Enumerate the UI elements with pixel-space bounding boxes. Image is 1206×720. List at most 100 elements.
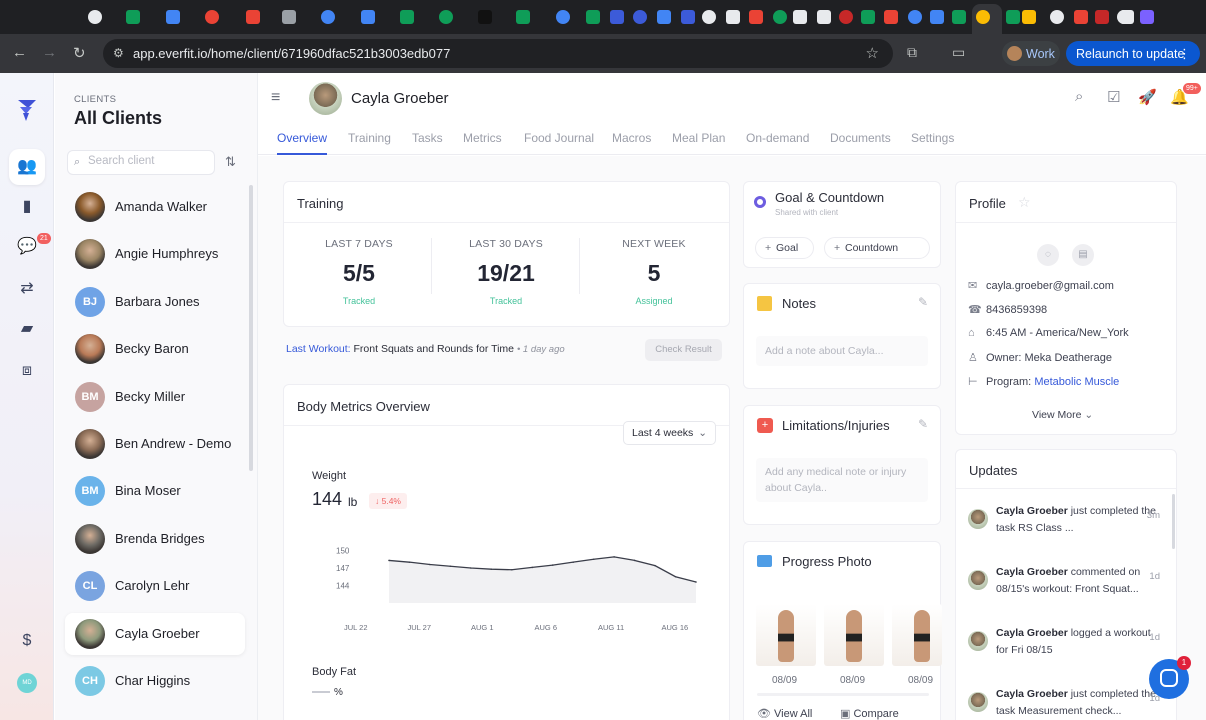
weight-point[interactable] — [408, 561, 411, 563]
more-menu-icon[interactable]: ⋮ — [1178, 46, 1191, 62]
profile-phone[interactable]: ☎ 8436859398 — [968, 303, 1047, 316]
profile-email[interactable]: ✉ cayla.groeber@gmail.com — [968, 279, 1114, 292]
tab-meal-plan[interactable]: Meal Plan — [672, 131, 725, 145]
weight-point[interactable] — [654, 564, 656, 567]
bookmark-star-icon[interactable]: ☆ — [866, 44, 879, 62]
check-result-button[interactable]: Check Result — [645, 339, 722, 361]
tab-favicon-icon[interactable] — [726, 10, 740, 24]
tab-favicon-icon[interactable] — [516, 10, 530, 24]
tab-favicon-icon[interactable] — [657, 10, 671, 24]
weight-point[interactable] — [470, 567, 472, 569]
tab-favicon-icon[interactable] — [586, 10, 600, 24]
client-list-item[interactable]: Brenda Bridges — [65, 518, 245, 560]
tab-overview[interactable]: Overview — [277, 131, 327, 145]
progress-photo-thumbnail[interactable] — [892, 604, 942, 666]
weight-point[interactable] — [429, 563, 431, 566]
tab-favicon-icon[interactable] — [884, 10, 898, 24]
folder-nav-icon[interactable]: ▰ — [9, 311, 45, 347]
tab-favicon-icon[interactable] — [793, 10, 807, 24]
tab-favicon-icon[interactable] — [1074, 10, 1088, 24]
add-goal-button[interactable]: + Goal — [755, 237, 814, 259]
tasks-check-icon[interactable]: ☑ — [1107, 88, 1120, 106]
weight-point[interactable] — [449, 565, 452, 568]
client-search-input[interactable] — [88, 155, 208, 167]
marketplace-nav-icon[interactable]: ⧈ — [9, 353, 45, 389]
tab-favicon-icon[interactable] — [681, 10, 695, 24]
tab-favicon-icon[interactable] — [88, 10, 102, 24]
profile-button[interactable]: Work — [1002, 41, 1060, 66]
weight-point[interactable] — [633, 559, 636, 562]
tab-favicon-icon[interactable] — [166, 10, 180, 24]
tab-favicon-icon[interactable] — [246, 10, 260, 24]
tab-food-journal[interactable]: Food Journal — [524, 131, 594, 145]
site-info-icon[interactable]: ⚙ — [113, 46, 124, 60]
tab-favicon-icon[interactable] — [1022, 10, 1036, 24]
clients-nav-icon[interactable]: 👥 — [9, 149, 45, 185]
client-list-item[interactable]: BM Becky Miller — [65, 376, 245, 418]
messages-nav-icon[interactable]: 💬 21 — [9, 229, 51, 265]
progress-photo-thumbnail[interactable] — [824, 604, 884, 666]
client-list-item[interactable]: BM Bina Moser — [65, 470, 245, 512]
client-list-item[interactable]: CL Carolyn Lehr — [65, 565, 245, 607]
update-text[interactable]: Cayla Groeber commented on 08/15's worko… — [996, 564, 1156, 598]
tab-training[interactable]: Training — [348, 131, 391, 145]
tab-macros[interactable]: Macros — [612, 131, 651, 145]
updates-scrollbar[interactable] — [1172, 494, 1175, 549]
tab-metrics[interactable]: Metrics — [463, 131, 502, 145]
tab-favicon-icon[interactable] — [908, 10, 922, 24]
program-link[interactable]: Metabolic Muscle — [1034, 376, 1119, 388]
chat-icon[interactable]: ◌ — [1037, 244, 1059, 266]
add-countdown-button[interactable]: + Countdown — [824, 237, 930, 259]
tab-favicon-icon[interactable] — [702, 10, 716, 24]
weight-point[interactable] — [531, 566, 534, 569]
support-chat-button[interactable]: 1 — [1149, 656, 1191, 699]
library-nav-icon[interactable]: ▮ — [9, 189, 45, 225]
tab-favicon-icon[interactable] — [749, 10, 763, 24]
menu-toggle-icon[interactable]: ≡ — [271, 89, 280, 107]
reload-icon[interactable]: ↻ — [73, 44, 86, 62]
last-workout[interactable]: Last Workout: Front Squats and Rounds fo… — [286, 343, 565, 355]
client-list-item[interactable]: Ben Andrew - Demo — [65, 423, 245, 465]
tab-favicon-icon[interactable] — [1140, 10, 1154, 24]
progress-photo-thumbnail[interactable] — [756, 604, 816, 666]
tab-favicon-icon[interactable] — [126, 10, 140, 24]
weight-point[interactable] — [695, 581, 697, 583]
edit-icon[interactable]: ✎ — [918, 295, 928, 309]
tab-favicon-icon[interactable] — [1120, 10, 1134, 24]
tab-settings[interactable]: Settings — [911, 131, 954, 145]
tab-tasks[interactable]: Tasks — [412, 131, 443, 145]
tab-favicon-icon[interactable] — [439, 10, 453, 24]
client-list-item[interactable]: Angie Humphreys — [65, 233, 245, 275]
document-icon[interactable]: ▤ — [1072, 244, 1094, 266]
tab-favicon-icon[interactable] — [976, 10, 990, 24]
client-list-item[interactable]: Amanda Walker — [65, 186, 245, 228]
rocket-icon[interactable]: 🚀 — [1138, 88, 1157, 106]
sort-icon[interactable]: ⇅ — [225, 154, 236, 170]
user-avatar[interactable]: MD — [17, 673, 37, 693]
tab-favicon-icon[interactable] — [361, 10, 375, 24]
client-list-item[interactable]: BJ Barbara Jones — [65, 281, 245, 323]
update-text[interactable]: Cayla Groeber just completed the task RS… — [996, 503, 1156, 537]
view-all-photos-button[interactable]: 👁 View All — [757, 707, 812, 720]
update-text[interactable]: Cayla Groeber logged a workout for Fri 0… — [996, 625, 1156, 659]
address-url[interactable]: app.everfit.io/home/client/671960dfac521… — [133, 46, 450, 61]
compare-photos-button[interactable]: ▣ Compare — [840, 707, 899, 720]
client-list-scrollbar[interactable] — [249, 185, 253, 471]
tab-favicon-icon[interactable] — [282, 10, 296, 24]
tab-favicon-icon[interactable] — [817, 10, 831, 24]
photo-scrollbar[interactable] — [757, 693, 929, 696]
back-icon[interactable]: ← — [12, 44, 27, 61]
tab-favicon-icon[interactable] — [1006, 10, 1020, 24]
relaunch-button[interactable]: Relaunch to update ⋮ — [1066, 41, 1200, 66]
notes-input[interactable]: Add a note about Cayla... — [756, 336, 928, 366]
weight-point[interactable] — [572, 561, 574, 563]
tab-favicon-icon[interactable] — [1095, 10, 1109, 24]
extensions-icon[interactable]: ⧉ — [907, 44, 917, 61]
range-select[interactable]: Last 4 weeks ⌄ — [623, 421, 716, 445]
edit-icon[interactable]: ✎ — [918, 417, 928, 431]
limitations-input[interactable]: Add any medical note or injury about Cay… — [756, 458, 928, 502]
weight-point[interactable] — [490, 568, 493, 570]
weight-point[interactable] — [613, 556, 615, 558]
tab-favicon-icon[interactable] — [321, 10, 335, 24]
tab-documents[interactable]: Documents — [830, 131, 891, 145]
